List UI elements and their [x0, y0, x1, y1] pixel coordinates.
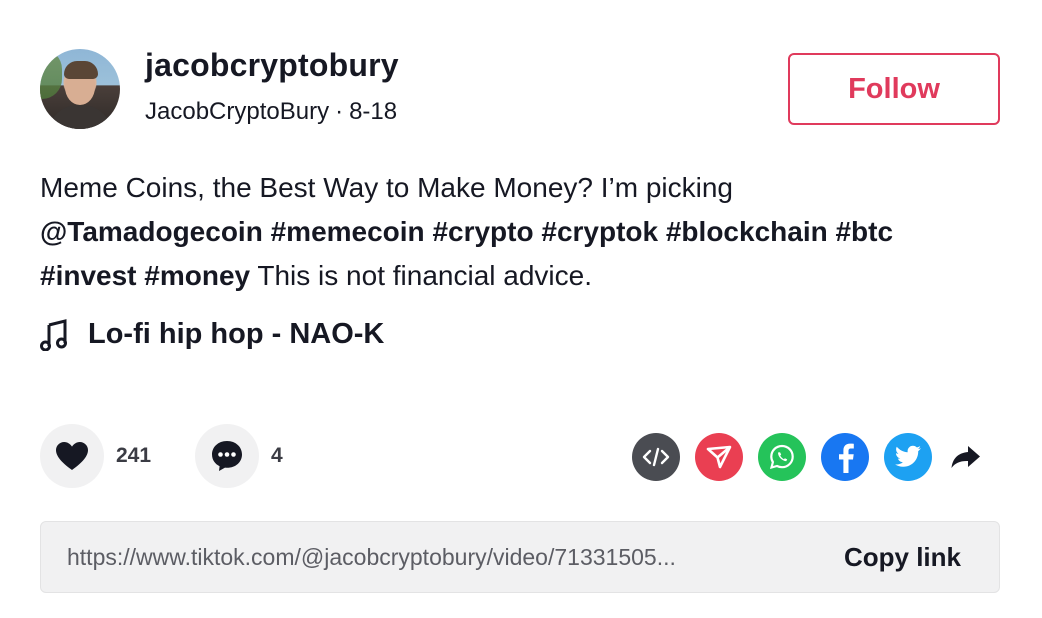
comment-action: 4 — [195, 424, 283, 488]
avatar[interactable] — [40, 49, 120, 129]
music-note-icon — [40, 318, 67, 351]
comment-icon — [212, 441, 242, 471]
twitter-icon[interactable] — [884, 433, 932, 481]
post-date: 8-18 — [349, 98, 398, 125]
author-display-name[interactable]: JacobCryptoBury — [145, 98, 329, 125]
comment-button[interactable] — [195, 424, 259, 488]
video-info-panel: jacobcryptobury JacobCryptoBury · 8-18 Fol… — [0, 0, 1042, 618]
facebook-icon[interactable] — [821, 433, 869, 481]
avatar-hair — [64, 61, 98, 79]
caption-hashtags-2[interactable]: #invest #money — [40, 260, 250, 291]
like-button[interactable] — [40, 424, 104, 488]
avatar-shirt — [48, 105, 112, 129]
author-username[interactable]: jacobcryptobury — [145, 47, 399, 84]
like-count: 241 — [116, 444, 152, 467]
share-icons — [632, 433, 985, 481]
video-caption: Meme Coins, the Best Way to Make Money? … — [40, 166, 1000, 298]
like-action: 241 — [40, 424, 151, 488]
embed-icon[interactable] — [632, 433, 680, 481]
caption-disclaimer: This is not financial advice. — [250, 260, 592, 291]
copy-link-button[interactable]: Copy link — [844, 522, 961, 592]
whatsapp-icon[interactable] — [758, 433, 806, 481]
caption-mention[interactable]: @Tamadogecoin — [40, 216, 263, 247]
heart-icon — [56, 442, 88, 470]
music-link[interactable]: Lo-fi hip hop - NAO-K — [40, 318, 384, 351]
subline-separator: · — [335, 98, 344, 125]
video-url[interactable]: https://www.tiktok.com/@jacobcryptobury/… — [67, 544, 797, 571]
comment-count: 4 — [271, 444, 283, 467]
copy-link-bar: https://www.tiktok.com/@jacobcryptobury/… — [40, 521, 1000, 593]
music-title: Lo-fi hip hop - NAO-K — [88, 318, 385, 350]
avatar-background — [40, 49, 62, 99]
send-icon[interactable] — [695, 433, 743, 481]
share-arrow-icon[interactable] — [947, 433, 985, 481]
caption-text: Meme Coins, the Best Way to Make Money? … — [40, 172, 733, 203]
caption-hashtags[interactable]: #memecoin #crypto #cryptok #blockchain #… — [271, 216, 893, 247]
follow-button[interactable]: Follow — [788, 53, 1000, 125]
author-subline: JacobCryptoBury · 8-18 — [145, 98, 397, 126]
